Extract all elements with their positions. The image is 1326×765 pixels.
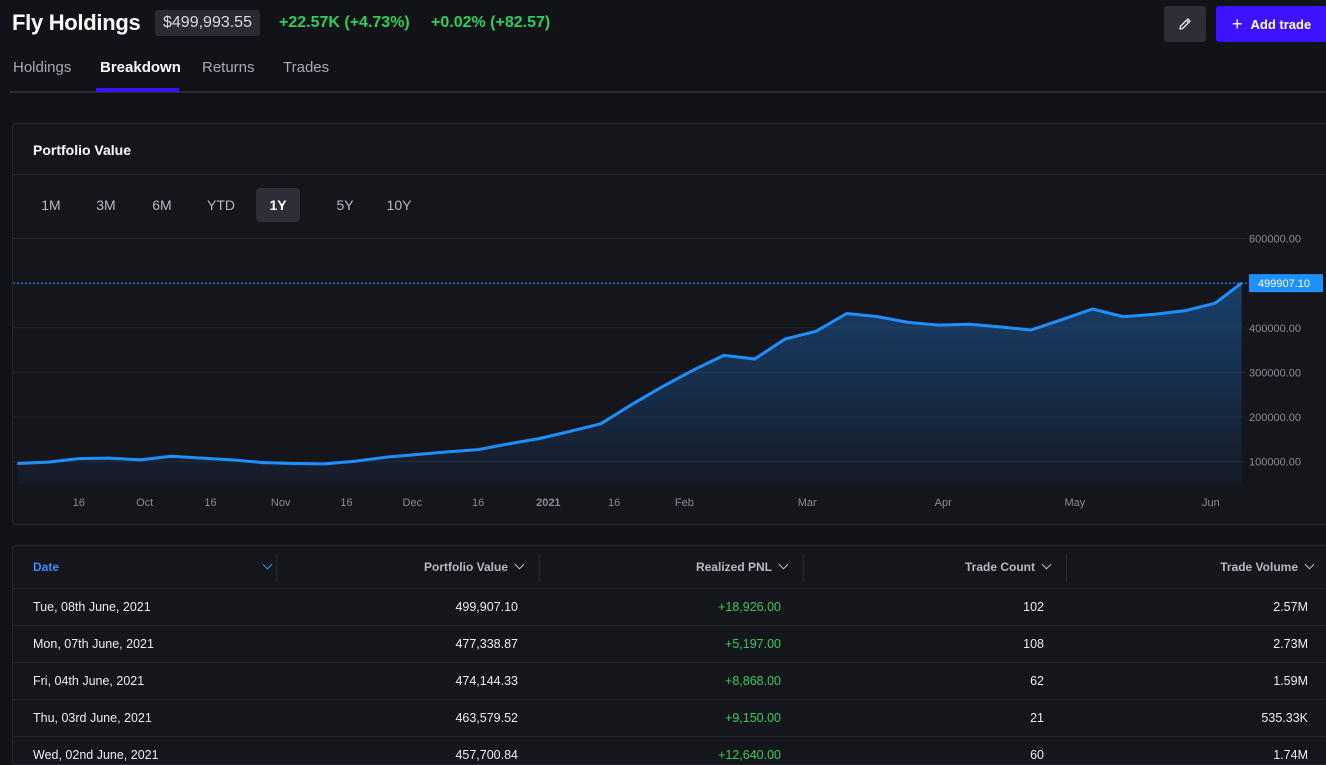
x-tick-label: 16 [73, 497, 85, 509]
column-header-trade-volume[interactable]: Trade Volume [1220, 546, 1315, 589]
edit-button[interactable] [1164, 6, 1206, 42]
chevron-down-icon [778, 559, 789, 570]
column-header-trade-count[interactable]: Trade Count [965, 546, 1052, 589]
column-header-realized-pnl[interactable]: Realized PNL [696, 546, 789, 589]
x-tick-label: May [1064, 497, 1085, 509]
x-tick-label: Oct [136, 497, 153, 509]
cell-portfolio-value: 474,144.33 [455, 674, 518, 688]
cell-date: Tue, 08th June, 2021 [33, 600, 151, 614]
cell-portfolio-value: 499,907.10 [455, 600, 518, 614]
breakdown-table: Date Portfolio Value Realized PNL Trade … [12, 545, 1326, 765]
column-divider [1066, 554, 1067, 582]
table-row[interactable]: Fri, 04th June, 2021 474,144.33 +8,868.0… [13, 663, 1326, 700]
cell-date: Wed, 02nd June, 2021 [33, 748, 159, 762]
cell-realized-pnl: +8,868.00 [725, 674, 781, 688]
y-tick-label: 300000.00 [1249, 367, 1301, 379]
cell-trade-volume: 2.57M [1273, 600, 1308, 614]
table-row[interactable]: Mon, 07th June, 2021 477,338.87 +5,197.0… [13, 626, 1326, 663]
x-tick-label: Jun [1202, 497, 1220, 509]
cell-trade-volume: 1.74M [1273, 748, 1308, 762]
cell-date: Thu, 03rd June, 2021 [33, 711, 152, 725]
cell-trade-count: 102 [1023, 600, 1044, 614]
cell-trade-volume: 2.73M [1273, 637, 1308, 651]
cell-trade-volume: 535.33K [1261, 711, 1308, 725]
x-tick-label: Apr [935, 497, 952, 509]
x-tick-label: Nov [271, 497, 291, 509]
tab-trades[interactable]: Trades [283, 59, 329, 76]
range-6m[interactable]: 6M [147, 188, 177, 222]
cell-realized-pnl: +12,640.00 [718, 748, 781, 762]
portfolio-value-chart[interactable]: 600000.00 400000.00 300000.00 200000.00 1000… [13, 233, 1326, 524]
cell-trade-volume: 1.59M [1273, 674, 1308, 688]
range-1m[interactable]: 1M [36, 188, 66, 222]
pencil-icon [1179, 18, 1191, 30]
add-trade-label: Add trade [1250, 16, 1312, 32]
chevron-down-icon [514, 559, 525, 570]
plus-icon: + [1232, 14, 1243, 34]
portfolio-value: $499,993.55 [155, 10, 260, 36]
series-area [17, 283, 1242, 484]
portfolio-title: Fly Holdings [12, 10, 141, 35]
table-row[interactable]: Thu, 03rd June, 2021 463,579.52 +9,150.0… [13, 700, 1326, 737]
column-divider [803, 554, 804, 582]
cell-realized-pnl: +5,197.00 [725, 637, 781, 651]
tab-bar: Holdings Breakdown Returns Trades [10, 50, 1326, 93]
x-tick-label: Dec [403, 497, 423, 509]
range-3m[interactable]: 3M [91, 188, 121, 222]
cell-portfolio-value: 463,579.52 [455, 711, 518, 725]
x-tick-label: Feb [675, 497, 694, 509]
x-tick-label: Mar [798, 497, 817, 509]
chevron-down-icon [1041, 559, 1052, 570]
y-tick-label: 100000.00 [1249, 457, 1301, 469]
current-value-label: 499907.10 [1258, 278, 1310, 290]
cell-portfolio-value: 457,700.84 [455, 748, 518, 762]
range-ytd[interactable]: YTD [206, 188, 236, 222]
x-tick-label: 16 [472, 497, 484, 509]
column-header-portfolio-value[interactable]: Portfolio Value [424, 546, 525, 589]
y-tick-label: 200000.00 [1249, 412, 1301, 424]
cell-trade-count: 108 [1023, 637, 1044, 651]
total-change: +22.57K (+4.73%) [279, 14, 410, 31]
chevron-down-icon [1304, 559, 1315, 570]
chart-area[interactable]: 600000.00 400000.00 300000.00 200000.00 1000… [13, 233, 1326, 524]
tab-returns[interactable]: Returns [202, 59, 255, 76]
cell-date: Fri, 04th June, 2021 [33, 674, 145, 688]
y-tick-label: 400000.00 [1249, 323, 1301, 335]
divider [13, 174, 1326, 175]
portfolio-value-card: Portfolio Value 1M 3M 6M YTD 1Y 5Y 10Y 6… [12, 123, 1326, 525]
header: Fly Holdings $499,993.55 +22.57K (+4.73%… [0, 0, 1326, 50]
cell-trade-count: 21 [1030, 711, 1044, 725]
tab-breakdown[interactable]: Breakdown [100, 59, 181, 76]
y-tick-label: 600000.00 [1249, 234, 1301, 245]
x-tick-label: 16 [608, 497, 620, 509]
cell-date: Mon, 07th June, 2021 [33, 637, 154, 651]
x-tick-label: 16 [340, 497, 352, 509]
range-1y[interactable]: 1Y [256, 188, 300, 222]
cell-trade-count: 62 [1030, 674, 1044, 688]
cell-realized-pnl: +18,926.00 [718, 600, 781, 614]
x-tick-label: 16 [204, 497, 216, 509]
range-5y[interactable]: 5Y [330, 188, 360, 222]
column-header-date[interactable]: Date [33, 546, 59, 589]
cell-realized-pnl: +9,150.00 [725, 711, 781, 725]
column-divider [276, 554, 277, 582]
card-title: Portfolio Value [33, 142, 132, 158]
table-header: Date Portfolio Value Realized PNL Trade … [13, 546, 1326, 589]
column-divider [539, 554, 540, 582]
tab-holdings[interactable]: Holdings [13, 59, 71, 76]
active-tab-indicator [96, 88, 179, 92]
chevron-down-icon [262, 559, 273, 570]
cell-trade-count: 60 [1030, 748, 1044, 762]
table-row[interactable]: Wed, 02nd June, 2021 457,700.84 +12,640.… [13, 737, 1326, 764]
range-10y[interactable]: 10Y [384, 188, 414, 222]
add-trade-button[interactable]: + Add trade [1216, 6, 1326, 42]
table-row[interactable]: Tue, 08th June, 2021 499,907.10 +18,926.… [13, 589, 1326, 626]
x-tick-label: 2021 [536, 497, 560, 509]
cell-portfolio-value: 477,338.87 [455, 637, 518, 651]
day-change: +0.02% (+82.57) [431, 14, 551, 31]
